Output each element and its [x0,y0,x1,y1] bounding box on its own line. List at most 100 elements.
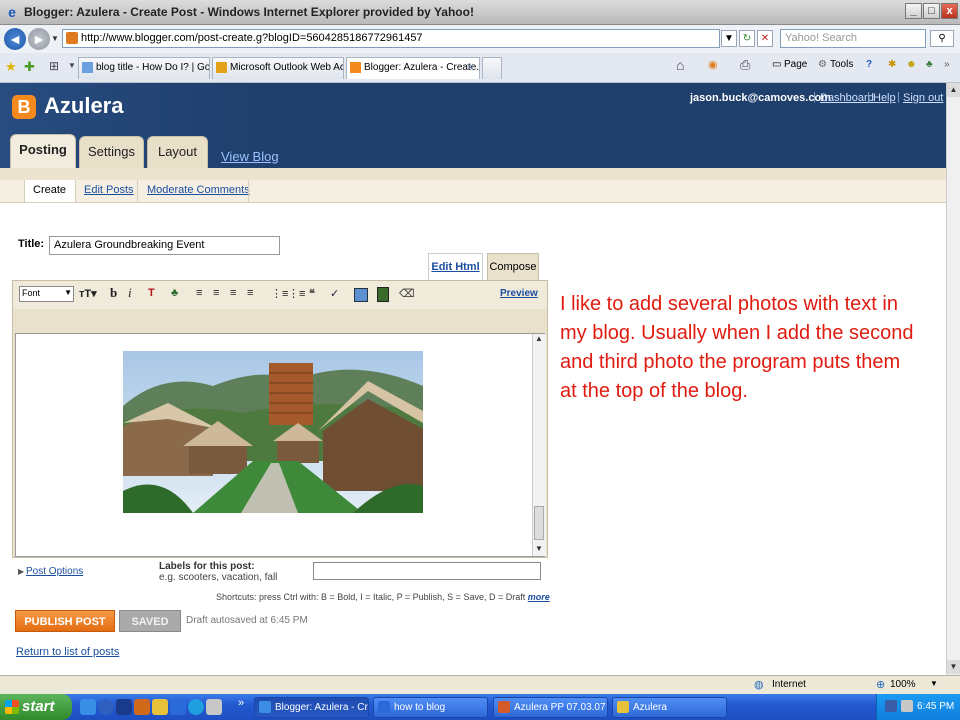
tab-edit-html[interactable]: Edit Html [428,253,483,281]
tab-list-icon[interactable]: ▼ [68,61,76,70]
address-dropdown-icon[interactable]: ▼ [721,30,737,47]
close-tab-icon[interactable]: ✕ [466,61,475,74]
editor-scroll-thumb[interactable] [534,506,544,540]
tab-posting[interactable]: Posting [10,134,76,168]
editor-scrollbar[interactable]: ▲ ▼ [532,334,546,556]
text-color-icon[interactable]: T [148,287,155,299]
start-button[interactable]: start [0,694,72,720]
scroll-up-icon[interactable]: ▲ [947,83,960,97]
insert-image-icon[interactable] [354,288,368,302]
compose-area[interactable]: ▲ ▼ [15,333,546,557]
address-bar[interactable]: http://www.blogger.com/post-create.g?blo… [62,29,720,48]
close-window-button[interactable]: x [941,3,958,19]
volume-icon[interactable] [901,700,913,712]
blogger-logo-icon[interactable]: B [12,95,36,119]
app-quicklaunch-icon[interactable] [116,699,132,715]
scroll-down-icon[interactable]: ▼ [535,544,543,553]
taskbar-item[interactable]: Azulera [612,697,727,718]
search-icon[interactable]: ⚲ [930,30,954,47]
maximize-button[interactable]: □ [923,3,940,19]
add-favorite-icon[interactable]: ✚ [24,59,35,75]
labels-input[interactable] [313,562,541,580]
align-right-icon[interactable]: ≡ [230,287,236,299]
view-blog-link[interactable]: View Blog [221,149,279,164]
spell-check-icon[interactable]: ✓ [330,287,339,300]
favorites-star-icon[interactable]: ★ [5,59,17,75]
align-center-icon[interactable]: ≡ [213,287,219,299]
link-icon[interactable]: ♣ [171,287,178,299]
post-title-input[interactable]: Azulera Groundbreaking Event [49,236,280,255]
taskbar-item[interactable]: Blogger: Azulera - Cr... [254,697,369,718]
feeds-icon[interactable]: ◉ [708,58,718,71]
font-size-icon[interactable]: тT▾ [79,287,97,300]
remove-formatting-icon[interactable]: ⌫ [399,287,415,300]
word-icon[interactable] [170,699,186,715]
tools-menu[interactable]: Tools [830,59,853,70]
browser-tab-1[interactable]: blog title - How Do I? | Googl... [78,57,210,79]
misc-quicklaunch-icon[interactable] [206,699,222,715]
help-link[interactable]: Help [873,92,896,104]
messenger-icon[interactable]: ☻ [906,59,917,70]
page-scrollbar[interactable]: ▲ ▼ [946,83,960,675]
more-tools-icon[interactable]: » [944,59,950,70]
resort-photo[interactable] [123,351,423,513]
stop-icon[interactable]: ✕ [757,30,773,47]
scroll-up-icon[interactable]: ▲ [535,334,543,343]
minimize-button[interactable]: _ [905,3,922,19]
back-button[interactable]: ◄ [4,28,26,50]
subtab-moderate-comments[interactable]: Moderate Comments [147,184,250,196]
bold-icon[interactable]: b [110,285,117,301]
search-input[interactable]: Yahoo! Search [780,29,926,48]
numbered-list-icon[interactable]: ⋮≡ [271,287,288,300]
zoom-level[interactable]: 100% [890,679,916,690]
justify-icon[interactable]: ≡ [247,287,253,299]
post-options-link[interactable]: Post Options [26,566,83,577]
insert-video-icon[interactable] [377,287,389,302]
ie-quicklaunch-icon[interactable] [80,699,96,715]
tab-settings[interactable]: Settings [79,136,144,168]
folder-icon[interactable] [152,699,168,715]
tab-layout[interactable]: Layout [147,136,208,168]
page-menu[interactable]: Page [784,59,807,70]
help-icon[interactable]: ? [866,59,872,70]
taskbar-item[interactable]: Azulera PP 07.03.07 [493,697,608,718]
addon-icon[interactable]: ♣ [926,59,933,70]
zoom-icon[interactable]: ⊕ [876,678,885,691]
network-icon[interactable] [885,700,897,712]
bullet-list-icon[interactable]: ⋮≡ [288,287,305,300]
sign-out-link[interactable]: Sign out [903,92,943,104]
print-icon[interactable]: ⎙ [740,57,750,73]
italic-icon[interactable]: i [128,285,132,301]
blockquote-icon[interactable]: ❝ [309,287,315,300]
address-url[interactable]: http://www.blogger.com/post-create.g?blo… [81,32,423,44]
font-select[interactable]: Font ▼ [19,286,74,302]
media-player-icon[interactable] [98,699,114,715]
publish-post-button[interactable]: PUBLISH POST [15,610,115,632]
blogger-header: B Azulera jason.buck@camoves.com | Dashb… [0,83,946,168]
return-to-posts-link[interactable]: Return to list of posts [16,646,119,658]
home-icon[interactable]: ⌂ [676,57,684,73]
subtab-edit-posts[interactable]: Edit Posts [84,184,134,196]
outlook-icon[interactable] [134,699,150,715]
quicklaunch-more-icon[interactable]: » [238,697,244,709]
shortcuts-more-link[interactable]: more [528,592,550,602]
forward-button[interactable]: ► [28,28,50,50]
taskbar-item[interactable]: how to blog [373,697,488,718]
zoom-dropdown-icon[interactable]: ▼ [930,679,938,688]
quick-tabs-icon[interactable]: ⊞ [49,59,59,73]
tab-compose[interactable]: Compose [487,253,539,281]
skype-icon[interactable] [188,699,204,715]
browser-tab-3[interactable]: Blogger: Azulera - Create... ✕ [346,57,480,79]
scroll-down-icon[interactable]: ▼ [947,660,960,674]
browser-tab-2[interactable]: Microsoft Outlook Web Access [212,57,344,79]
preview-link[interactable]: Preview [500,288,538,299]
saved-button[interactable]: SAVED [119,610,181,632]
new-tab-button[interactable] [482,57,502,79]
dashboard-link[interactable]: Dashboard [820,92,874,104]
research-icon[interactable]: ✱ [888,59,896,70]
history-dropdown-icon[interactable]: ▼ [51,34,59,43]
align-left-icon[interactable]: ≡ [196,287,202,299]
expand-triangle-icon[interactable]: ▶ [18,567,24,576]
subtab-create[interactable]: Create [33,184,66,196]
refresh-icon[interactable]: ↻ [739,30,755,47]
